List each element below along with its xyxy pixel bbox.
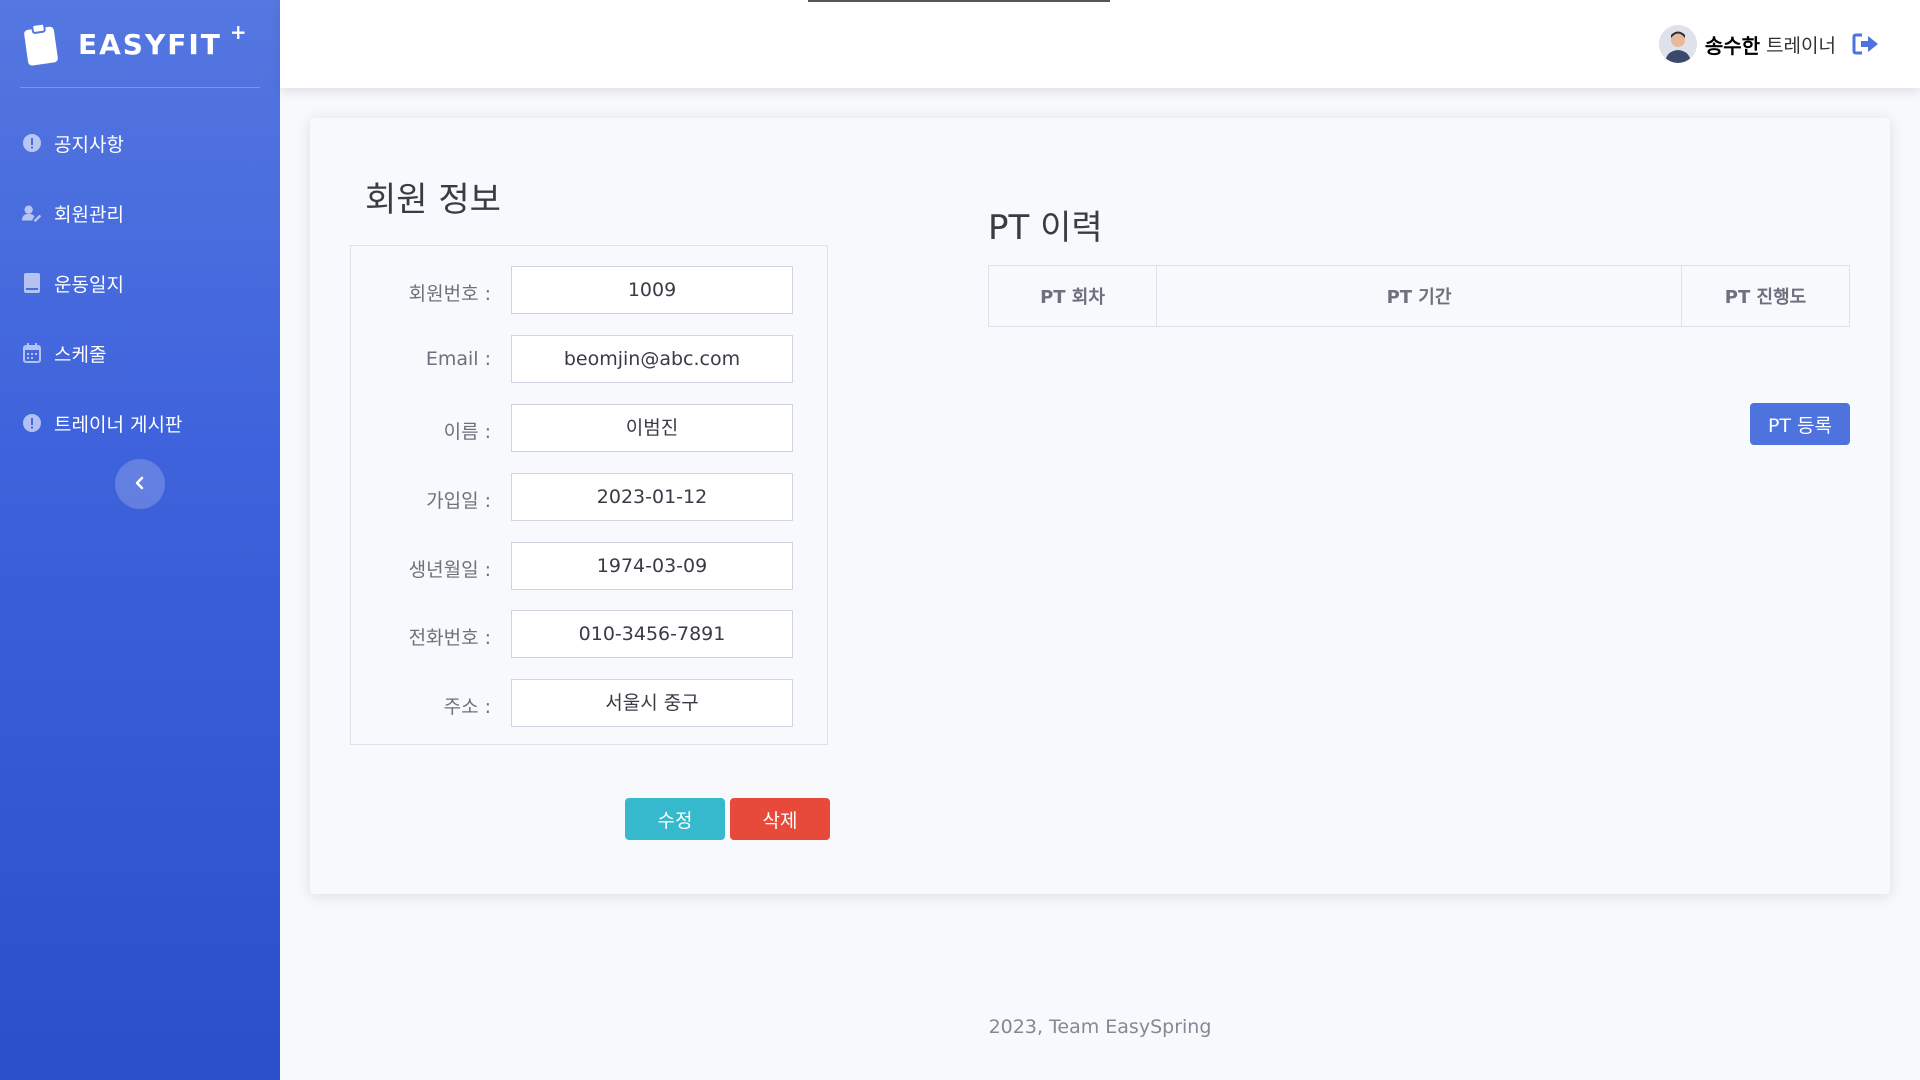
sidebar-divider [20,87,260,88]
sidebar-item-workout-log[interactable]: 운동일지 [0,248,280,318]
user-role: 트레이너 [1766,34,1836,57]
chevron-left-icon [134,475,146,494]
table-header-pt-session[interactable]: PT 회차 [989,266,1157,326]
sidebar-item-label: 스케줄 [54,343,107,366]
birth-date-field[interactable]: 1974-03-09 [511,542,793,590]
field-label: 가입일 : [426,490,491,512]
name-field[interactable]: 이범진 [511,404,793,452]
user-menu[interactable]: 송수한 트레이너 [1658,24,1880,64]
topbar-accent-line [808,0,1110,2]
topbar: 송수한 트레이너 [280,0,1920,88]
field-label: 이름 : [443,421,491,443]
member-detail-card: 회원 정보 회원번호 : 1009 Email : beomjin@abc.co… [310,118,1890,894]
table-header-pt-progress[interactable]: PT 진행도 [1682,266,1849,326]
table-header-pt-period[interactable]: PT 기간 [1157,266,1682,326]
field-label: Email : [425,348,491,370]
form-row-join-date: 가입일 : 2023-01-12 [351,473,827,521]
sidebar-nav: 공지사항 회원관리 운동일지 스케줄 트레이너 게시판 [0,108,280,458]
user-edit-icon [22,203,42,223]
address-field[interactable]: 서울시 중구 [511,679,793,727]
field-label: 생년월일 : [408,559,491,581]
book-icon [22,273,42,293]
footer-text: 2023, Team EasySpring [988,1016,1212,1038]
field-label: 주소 : [443,696,491,718]
sidebar-toggle-button[interactable] [115,459,165,509]
form-row-phone: 전화번호 : 010-3456-7891 [351,610,827,658]
calendar-icon [22,343,42,363]
form-row-address: 주소 : 서울시 중구 [351,679,827,727]
sidebar-item-schedule[interactable]: 스케줄 [0,318,280,388]
pt-history-title: PT 이력 [988,208,1103,248]
exclamation-circle-icon [22,413,42,433]
sidebar-item-label: 회원관리 [54,203,124,226]
join-date-field[interactable]: 2023-01-12 [511,473,793,521]
form-row-member-id: 회원번호 : 1009 [351,266,827,314]
sidebar-item-label: 공지사항 [54,133,124,156]
user-name: 송수한 [1704,33,1761,58]
field-label: 전화번호 : [408,627,491,649]
member-id-field[interactable]: 1009 [511,266,793,314]
field-label: 회원번호 : [408,283,491,305]
pt-history-table: PT 회차 PT 기간 PT 진행도 [988,265,1850,327]
form-row-email: Email : beomjin@abc.com [351,335,827,383]
phone-field[interactable]: 010-3456-7891 [511,610,793,658]
delete-button[interactable]: 삭제 [730,798,830,840]
brand-name: EASYFIT [78,27,222,61]
sidebar-item-trainer-board[interactable]: 트레이너 게시판 [0,388,280,458]
member-info-form: 회원번호 : 1009 Email : beomjin@abc.com 이름 :… [350,245,828,745]
sign-out-icon[interactable] [1852,32,1880,56]
sidebar: EASYFIT + 공지사항 회원관리 운동일지 스케줄 트레이너 게시판 [0,0,280,1080]
edit-button[interactable]: 수정 [625,798,725,840]
clipboard-icon [24,22,60,66]
sidebar-item-members[interactable]: 회원관리 [0,178,280,248]
exclamation-circle-icon [22,133,42,153]
sidebar-item-label: 트레이너 게시판 [54,413,183,436]
sidebar-item-notice[interactable]: 공지사항 [0,108,280,178]
brand-plus: + [229,20,247,44]
pt-register-button[interactable]: PT 등록 [1750,403,1850,445]
member-info-title: 회원 정보 [365,180,501,220]
form-row-name: 이름 : 이범진 [351,404,827,452]
form-row-birth-date: 생년월일 : 1974-03-09 [351,542,827,590]
avatar[interactable] [1658,25,1697,63]
brand[interactable]: EASYFIT + [24,20,247,68]
sidebar-item-label: 운동일지 [54,273,124,296]
email-field[interactable]: beomjin@abc.com [511,335,793,383]
